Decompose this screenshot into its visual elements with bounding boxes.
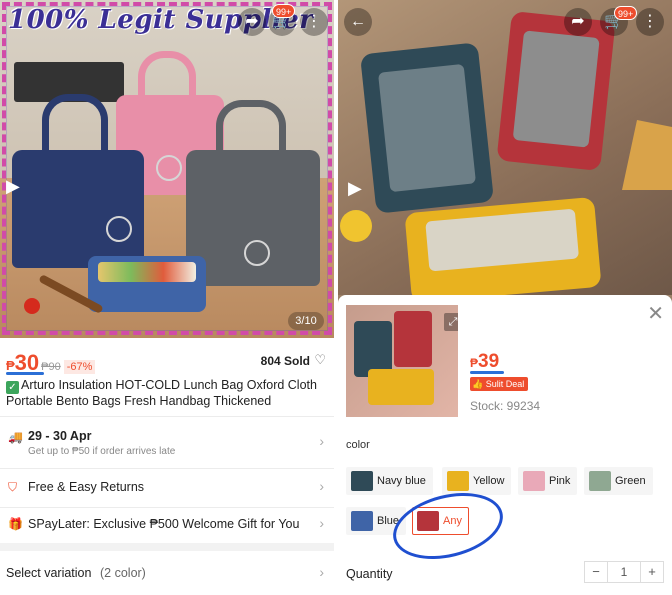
chevron-right-icon: › <box>319 478 324 494</box>
image-counter: 3/10 <box>288 312 324 330</box>
cart-count-badge: 99+ <box>614 6 638 20</box>
option-label: Any <box>443 515 462 527</box>
quantity-value[interactable]: 1 <box>607 562 641 582</box>
check-icon: ✓ <box>6 381 19 394</box>
option-yellow[interactable]: Yellow <box>442 467 512 495</box>
variation-count: (2 color) <box>100 566 146 580</box>
variation-sheet: ⤢ ₱39 👍 Sulit Deal Stock: 99234 ✕ color … <box>338 295 672 595</box>
option-blue[interactable]: Blue <box>346 507 407 535</box>
returns-text: Free & Easy Returns <box>28 480 145 494</box>
deal-badge: 👍 Sulit Deal <box>470 377 529 391</box>
close-icon[interactable]: ✕ <box>647 301 664 326</box>
price-original: ₱90 <box>41 361 61 373</box>
chevron-right-icon: › <box>319 433 324 449</box>
option-label: Navy blue <box>377 475 426 487</box>
delivery-note: Get up to ₱50 if order arrives late <box>28 446 176 457</box>
minus-icon[interactable]: − <box>585 562 607 582</box>
chevron-right-icon: › <box>319 515 324 531</box>
product-image[interactable]: 100% Legit Supplier ➦ 🛒 99+ ⋮ ▶ 3/10 <box>0 0 334 338</box>
sheet-price: ₱39 <box>470 351 499 373</box>
play-icon[interactable]: ▶ <box>6 176 20 197</box>
stock-text: Stock: 99234 <box>470 399 541 413</box>
swatch <box>589 471 611 491</box>
cart-count-badge: 99+ <box>272 4 296 18</box>
right-screen: ← ➦ 🛒 99+ ⋮ ▶ ⤢ ₱39 👍 Sulit Deal Stock: … <box>338 0 672 595</box>
select-variation-row[interactable]: Select variation (2 color) › <box>0 556 334 590</box>
yellow-lunchbox <box>404 196 602 304</box>
orange-slice <box>340 210 372 242</box>
option-label: Yellow <box>473 475 505 487</box>
variation-thumbnail[interactable]: ⤢ <box>346 305 458 417</box>
swatch <box>417 511 439 531</box>
select-variation-label: Select variation <box>6 566 92 580</box>
swatch <box>351 471 373 491</box>
spaylater-row[interactable]: 🎁 SPayLater: Exclusive ₱500 Welcome Gift… <box>0 508 334 542</box>
quantity-label: Quantity <box>346 567 393 581</box>
truck-icon: 🚚 <box>8 430 23 444</box>
share-icon[interactable]: ➦ <box>238 8 266 36</box>
product-title-text: Arturo Insulation HOT-COLD Lunch Bag Oxf… <box>6 378 317 408</box>
discount-badge: -67% <box>63 360 96 374</box>
product-title: ✓ Arturo Insulation HOT-COLD Lunch Bag Ox… <box>6 378 328 409</box>
left-screen: 100% Legit Supplier ➦ 🛒 99+ ⋮ ▶ 3/10 ₱30… <box>0 0 334 595</box>
sheet-price-amount: 39 <box>478 351 500 372</box>
option-label: Pink <box>549 475 571 487</box>
swatch <box>523 471 545 491</box>
price-annotation-underline <box>470 371 504 374</box>
divider <box>0 416 334 417</box>
thumbs-up-icon: 👍 <box>472 379 486 389</box>
back-arrow-icon[interactable]: ← <box>344 8 372 36</box>
share-icon[interactable]: ➦ <box>564 8 592 36</box>
color-label: color <box>346 439 370 451</box>
tomato <box>24 298 40 314</box>
play-icon[interactable]: ▶ <box>348 178 362 199</box>
option-label: Green <box>615 475 646 487</box>
swatch <box>447 471 469 491</box>
chevron-right-icon: › <box>319 564 324 580</box>
option-navy-blue[interactable]: Navy blue <box>346 467 433 495</box>
red-lunchbox <box>496 10 616 172</box>
price-currency: ₱ <box>6 358 15 373</box>
sheet-price-currency: ₱ <box>470 356 479 370</box>
delivery-row[interactable]: 🚚 29 - 30 Apr Get up to ₱50 if order arr… <box>0 418 334 466</box>
deal-badge-label: Sulit Deal <box>485 379 525 389</box>
option-any[interactable]: Any <box>412 507 469 535</box>
sold-count: 804 Sold <box>260 354 310 368</box>
option-pink[interactable]: Pink <box>518 467 578 495</box>
more-options-icon[interactable]: ⋮ <box>300 8 328 36</box>
swatch <box>351 511 373 531</box>
shield-icon: ⛉ <box>8 480 18 494</box>
heart-icon[interactable]: ♡ <box>314 352 326 368</box>
more-options-icon[interactable]: ⋮ <box>636 8 664 36</box>
divider <box>0 468 334 469</box>
navy-bag <box>12 94 144 268</box>
bento-box <box>88 256 206 312</box>
plus-icon[interactable]: + <box>641 562 663 582</box>
quantity-stepper: − 1 + <box>584 561 664 583</box>
gray-bag <box>186 100 320 286</box>
spaylater-text: SPayLater: Exclusive ₱500 Welcome Gift f… <box>28 517 300 531</box>
expand-icon[interactable]: ⤢ <box>444 313 458 331</box>
price-annotation-underline <box>6 372 44 375</box>
delivery-dates: 29 - 30 Apr <box>28 429 92 443</box>
option-green[interactable]: Green <box>584 467 653 495</box>
blue-lunchbox <box>359 42 495 214</box>
returns-row[interactable]: ⛉ Free & Easy Returns › <box>0 470 334 506</box>
section-divider <box>0 543 334 551</box>
gift-icon: 🎁 <box>8 517 23 531</box>
option-label: Blue <box>377 515 400 527</box>
